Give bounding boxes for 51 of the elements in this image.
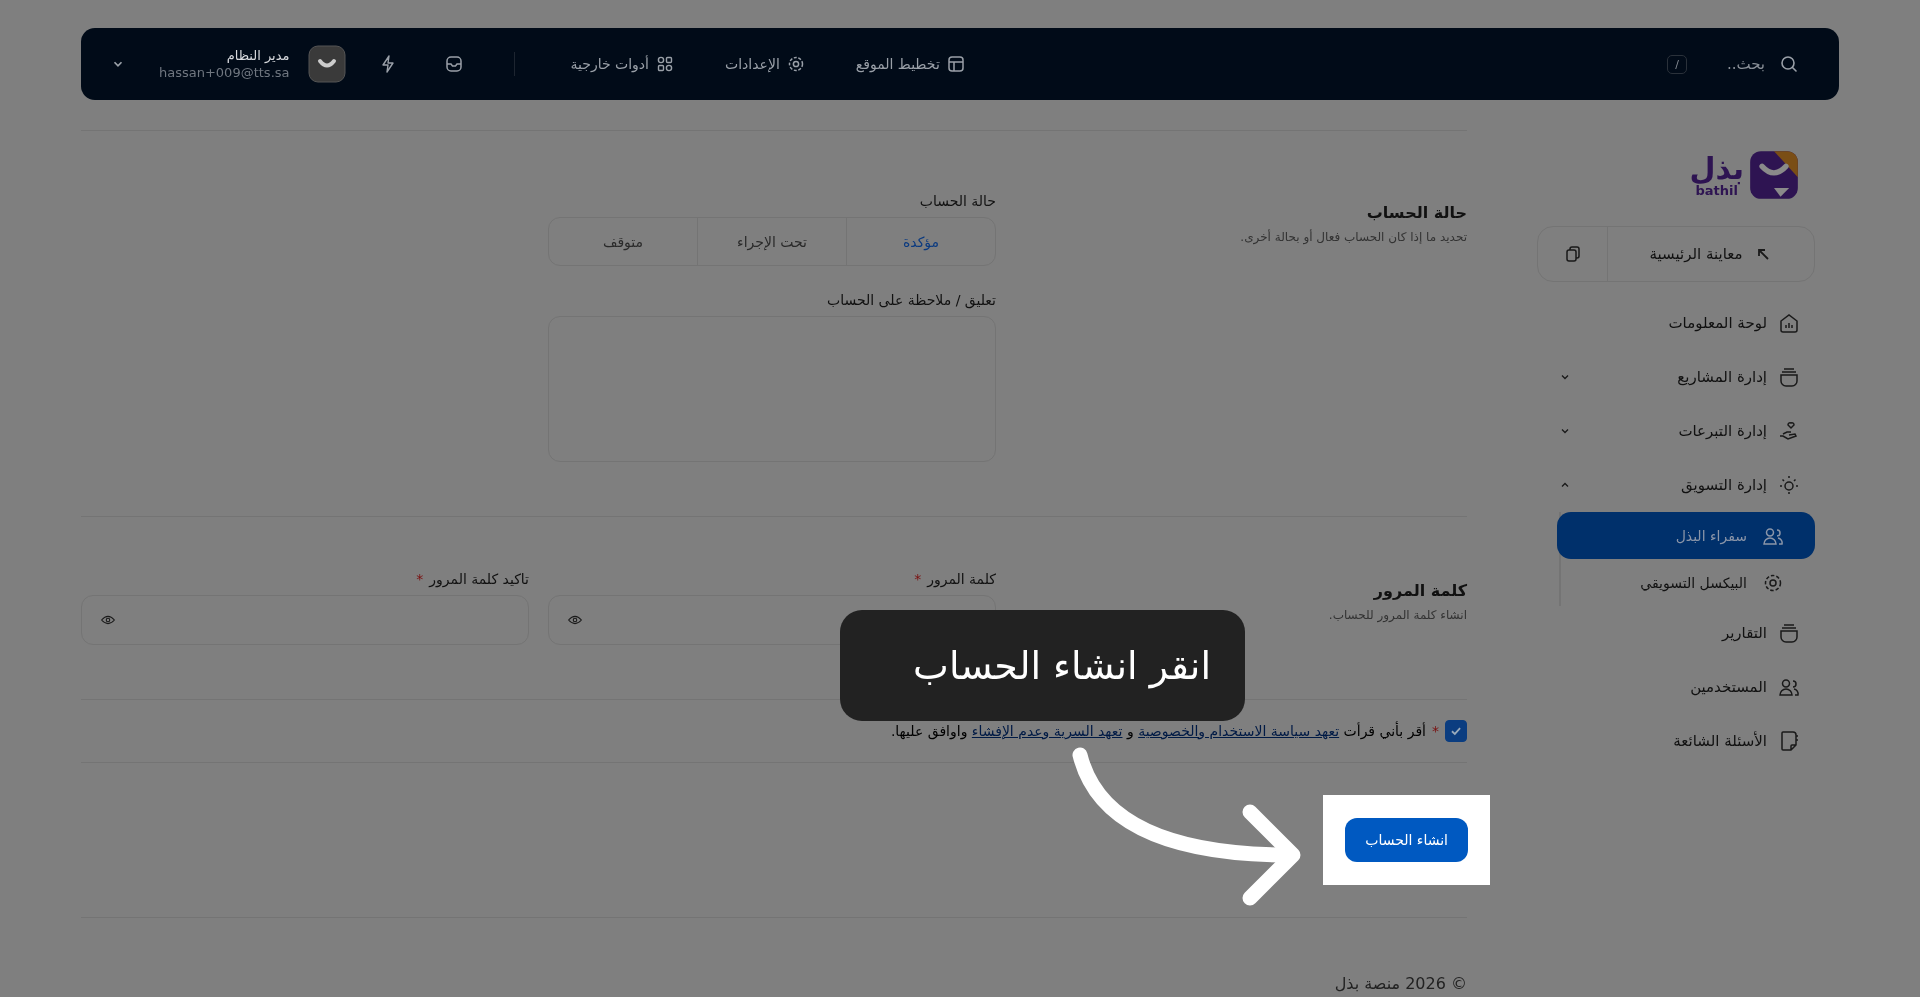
field-label: كلمة المرور [927,571,996,587]
agreement-text: أقر بأني قرأت تعهد سياسة الاستخدام والخصوصية و تعهد السرية وعدم الإفشاء واوافق عليها. [890,723,1426,739]
top-nav-link[interactable]: أدوات خارجية [570,54,675,74]
avatar-icon[interactable] [307,45,346,83]
user-name: مدير النظام [225,48,290,63]
menu-item-icon [1777,621,1801,645]
logo-subtext: bathil [1695,183,1738,197]
sidebar-subitem[interactable]: البيكسل التسويقي [1561,559,1815,606]
shortcut-key: / [1667,54,1687,74]
section-title: حالة الحساب [1365,203,1467,222]
user-email: hassan+009@tts.sa [159,65,290,80]
required-mark: * [416,571,424,589]
sidebar-item[interactable]: الأسئلة الشائعة [1537,714,1815,768]
section-description: انشاء كلمة المرور للحساب. [1327,608,1467,622]
top-nav-link[interactable]: تخطيط الموقع [855,54,966,74]
copyright-text: © 2026 منصة بذل [1334,974,1467,993]
tooltip: انقر انشاء الحساب [840,610,1245,721]
sidebar-item[interactable]: إدارة المشاريع [1537,350,1815,404]
sidebar-item[interactable]: التقارير [1537,606,1815,660]
usage-policy-link[interactable]: تعهد سياسة الاستخدام والخصوصية [1138,723,1340,739]
field-label: حالة الحساب [918,193,996,209]
required-mark: * [914,571,922,589]
required-mark: * [1432,723,1439,739]
section-description: تحديد ما إذا كان الحساب فعال أو بحالة أخرى. [1239,230,1467,244]
menu-item-icon [1777,365,1801,389]
sidebar-item[interactable]: لوحة المعلومات [1537,296,1815,350]
sidebar-item[interactable]: إدارة التسويق [1537,458,1815,512]
confidentiality-link[interactable]: تعهد السرية وعدم الإفشاء [971,723,1123,739]
sidebar-item[interactable]: إدارة التبرعات [1537,404,1815,458]
sidebar-item[interactable]: المستخدمين [1537,660,1815,714]
field-label: تاكيد كلمة المرور [429,571,529,587]
status-option[interactable]: مؤكدة [846,218,995,265]
section-title: كلمة المرور [1372,581,1467,600]
field-label: تعليق / ملاحظة على الحساب [826,292,996,308]
grid-icon [655,54,675,74]
create-account-button[interactable]: انشاء الحساب [1345,818,1468,862]
menu-item-icon [1777,473,1801,497]
inbox-icon[interactable] [443,54,464,74]
logo-icon [1748,149,1800,201]
logo-text: بذل [1689,153,1744,184]
search-icon[interactable] [1779,54,1799,74]
agreement-checkbox[interactable] [1445,720,1467,742]
preview-home-button[interactable]: معاينة الرئيسية [1608,227,1814,281]
layout-icon [945,54,966,74]
sidebar-subitem[interactable]: سفراء البذل [1557,512,1815,559]
menu-item-icon [1777,311,1801,335]
status-option[interactable]: تحت الإجراء [697,218,846,265]
status-option[interactable]: متوقف [549,218,697,265]
top-nav-link[interactable]: الإعدادات [725,54,806,74]
password-field[interactable] [81,595,529,645]
search-field[interactable]: بحث.. [1726,55,1765,73]
